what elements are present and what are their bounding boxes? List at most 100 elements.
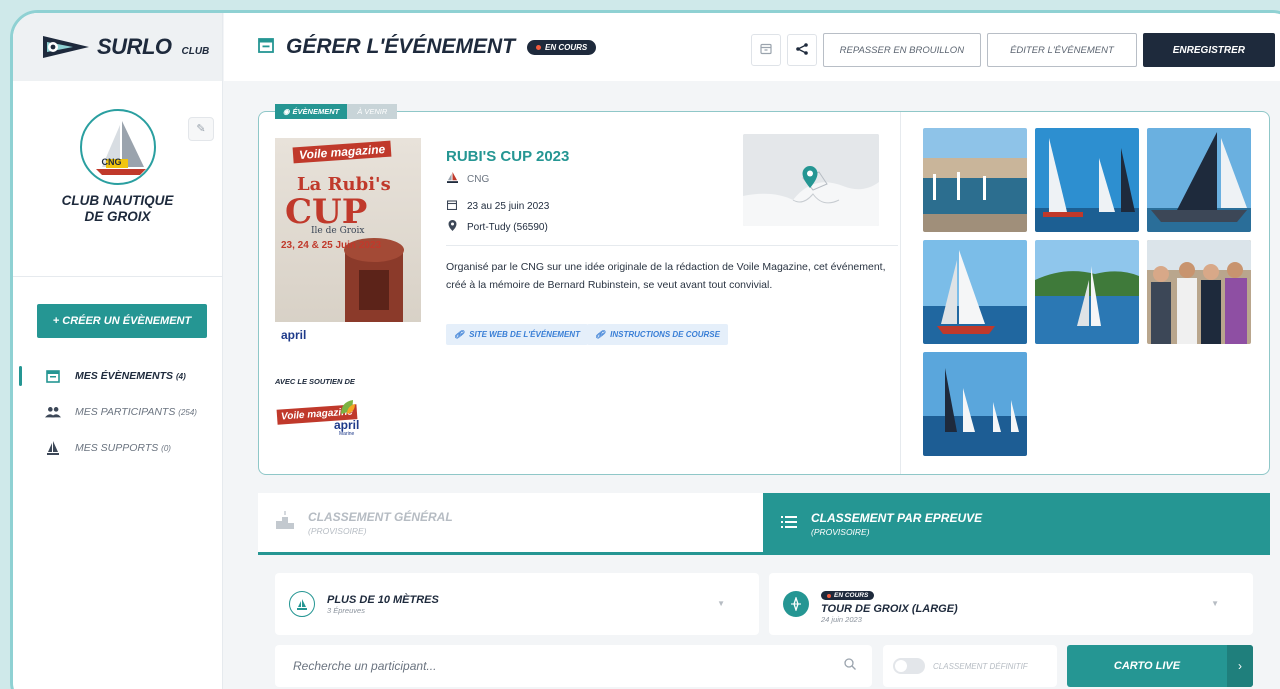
photo-crew — [1147, 240, 1251, 344]
event-map[interactable] — [743, 134, 879, 226]
gallery-photo[interactable] — [923, 240, 1027, 344]
race-status-badge: EN COURS — [821, 591, 875, 600]
sponsor-april-name: april — [334, 418, 360, 432]
sidebar-item-supports-count: (0) — [161, 444, 171, 453]
event-description: Organisé par le CNG sur une idée origina… — [446, 261, 886, 291]
sailboat-icon — [446, 172, 458, 186]
race-select-date: 24 juin 2023 — [821, 614, 862, 624]
gallery-photo[interactable] — [1147, 240, 1251, 344]
chevron-right-icon: › — [1227, 645, 1253, 687]
event-tag: ◉ ÉVÈNEMENT À VENIR — [275, 104, 398, 119]
event-organizer-name: CNG — [467, 173, 490, 185]
sidebar-item-participants-label: MES PARTICIPANTS (254) — [75, 406, 197, 418]
gallery-photo[interactable] — [1035, 240, 1139, 344]
live-dot-icon — [536, 44, 542, 50]
gallery-photo[interactable] — [923, 352, 1027, 456]
share-icon — [795, 42, 808, 58]
podium-icon — [276, 511, 294, 534]
page-title: GÉRER L'ÉVÉNEMENT EN COURS — [258, 35, 597, 59]
search-input[interactable] — [275, 645, 795, 687]
event-website-link[interactable]: 🔗︎ SITE WEB DE L'ÉVÉNEMENT — [446, 324, 588, 345]
club-profile: ✎ CNG CLUB NAUTIQUE DE GROIX — [13, 109, 222, 277]
people-icon — [45, 404, 61, 420]
card-divider — [446, 245, 898, 246]
race-instructions-link[interactable]: 🔗︎ INSTRUCTIONS DE COURSE — [587, 324, 728, 345]
tab-general-ranking-sub: (PROVISOIRE) — [308, 525, 367, 536]
photo-coast — [1035, 240, 1139, 344]
live-dot-icon — [827, 593, 831, 598]
status-badge-label: EN COURS — [545, 42, 588, 52]
event-poster[interactable]: Voile magazine La Rubi's CUP Ile de Groi… — [275, 138, 421, 348]
tab-race-ranking[interactable]: CLASSEMENT PAR EPREUVE (PROVISOIRE) — [763, 493, 1270, 555]
search-icon — [844, 658, 856, 673]
brand-name: SURLO — [97, 34, 172, 59]
tab-race-ranking-label: CLASSEMENT PAR EPREUVE — [811, 511, 983, 525]
chevron-down-icon: ▼ — [717, 599, 725, 608]
sidebar-item-events-count: (4) — [175, 372, 186, 381]
poster-brand: Voile magazine — [292, 140, 392, 164]
brand-flag-icon — [43, 36, 89, 58]
race-status-label: EN COURS — [834, 592, 869, 599]
tab-general-ranking[interactable]: CLASSEMENT GÉNÉRAL (PROVISOIRE) — [258, 493, 763, 555]
event-tag-icon: ◉ — [283, 107, 290, 116]
photo-regatta — [1035, 128, 1139, 232]
poster-dates: 23, 24 & 25 Juin 2023 — [281, 240, 382, 251]
carto-live-label: CARTO LIVE — [1113, 660, 1181, 672]
calendar-icon — [258, 37, 274, 58]
gallery-photo[interactable] — [1035, 128, 1139, 232]
sailboat-icon — [45, 440, 61, 456]
club-name: CLUB NAUTIQUE DE GROIX — [13, 193, 222, 225]
category-select-sub: 3 Épreuves — [327, 605, 365, 615]
event-dates: 23 au 25 juin 2023 — [446, 200, 549, 213]
compass-icon — [783, 591, 809, 617]
poster-sponsor: april — [281, 328, 307, 342]
tab-race-ranking-sub: (PROVISOIRE) — [811, 527, 870, 537]
sidebar-item-supports-label: MES SUPPORTS (0) — [75, 442, 171, 454]
edit-event-button[interactable]: ÉDITER L'ÉVÉNEMENT — [987, 33, 1137, 67]
calendar-icon — [45, 368, 61, 384]
archive-button[interactable] — [750, 34, 781, 66]
event-title: RUBI'S CUP 2023 — [446, 148, 570, 165]
ranking-tabs: CLASSEMENT GÉNÉRAL (PROVISOIRE) CLASSEME… — [258, 493, 1270, 555]
save-button[interactable]: ENREGISTRER — [1142, 33, 1275, 67]
status-badge: EN COURS — [527, 39, 597, 55]
carto-live-button[interactable]: CARTO LIVE › — [1067, 645, 1253, 687]
event-tag-label: ÉVÈNEMENT — [292, 107, 340, 116]
gallery-photo[interactable] — [923, 128, 1027, 232]
calendar-icon — [446, 200, 458, 213]
tab-general-ranking-label: CLASSEMENT GÉNÉRAL — [308, 509, 453, 524]
sidebar-nav: MES ÉVÈNEMENTS (4) MES PARTICIPANTS (254… — [13, 358, 222, 466]
event-location: Port-Tudy (56590) — [446, 220, 548, 234]
event-website-link-label: SITE WEB DE L'ÉVÉNEMENT — [469, 330, 580, 339]
create-event-button[interactable]: + CRÉER UN ÉVÈNEMENT — [37, 304, 207, 338]
final-ranking-toggle: CLASSEMENT DÉFINITIF — [883, 645, 1057, 687]
sidebar-item-participants[interactable]: MES PARTICIPANTS (254) — [13, 394, 222, 430]
event-organizer: CNG — [446, 172, 489, 186]
race-instructions-link-label: INSTRUCTIONS DE COURSE — [610, 330, 720, 339]
tab-race-ranking-text: CLASSEMENT PAR EPREUVE (PROVISOIRE) — [811, 511, 982, 537]
link-icon: 🔗︎ — [595, 330, 606, 339]
header-actions: REPASSER EN BROUILLON ÉDITER L'ÉVÉNEMENT… — [750, 33, 1275, 67]
event-tag-state: À VENIR — [347, 104, 398, 119]
tab-general-ranking-text: CLASSEMENT GÉNÉRAL (PROVISOIRE) — [308, 510, 453, 536]
category-select[interactable]: PLUS DE 10 MÈTRES 3 Épreuves ▼ — [275, 573, 759, 635]
brand-logo[interactable]: SURLO CLUB — [13, 13, 222, 81]
share-button[interactable] — [786, 34, 817, 66]
poster-footer: april — [275, 322, 421, 348]
edit-club-button[interactable]: ✎ — [188, 117, 214, 141]
gallery-photo[interactable] — [1147, 128, 1251, 232]
map-pin-icon — [802, 166, 818, 193]
sidebar-item-supports[interactable]: MES SUPPORTS (0) — [13, 430, 222, 466]
revert-draft-button[interactable]: REPASSER EN BROUILLON — [822, 33, 982, 67]
club-logo: CNG — [79, 109, 156, 185]
sidebar-item-events-label: MES ÉVÈNEMENTS (4) — [75, 370, 186, 382]
page-title-text: GÉRER L'ÉVÉNEMENT — [286, 35, 516, 58]
event-tag-primary: ◉ ÉVÈNEMENT — [275, 104, 348, 119]
pencil-icon: ✎ — [196, 123, 206, 135]
final-ranking-switch[interactable] — [893, 658, 925, 674]
race-select[interactable]: EN COURS TOUR DE GROIX (LARGE) 24 juin 2… — [769, 573, 1253, 635]
list-icon — [781, 515, 797, 534]
archive-icon — [760, 43, 772, 58]
race-select-title: TOUR DE GROIX (LARGE) — [821, 602, 958, 615]
sidebar-item-events[interactable]: MES ÉVÈNEMENTS (4) — [13, 358, 222, 394]
